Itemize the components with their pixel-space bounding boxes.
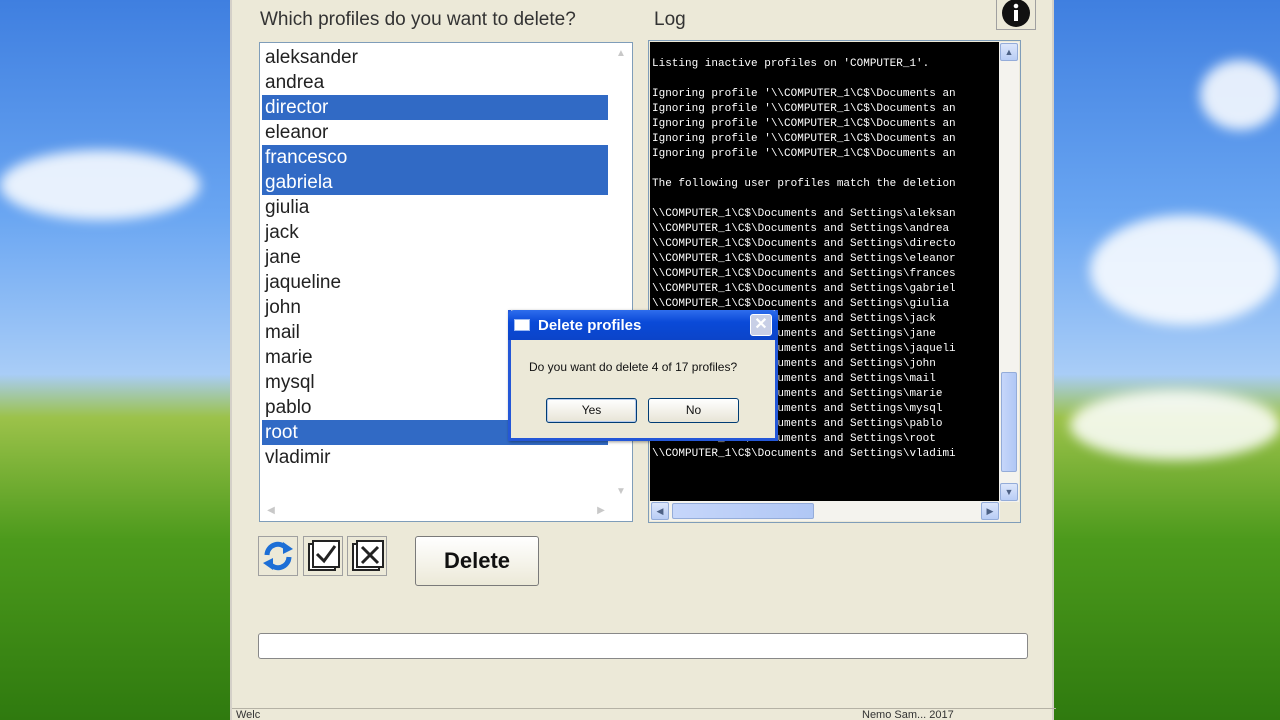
desktop-cloud <box>1090 215 1280 325</box>
list-item[interactable]: giulia <box>262 195 608 220</box>
profiles-horizontal-scrollbar[interactable]: ◀ ▶ <box>260 501 612 521</box>
dialog-message: Do you want do delete 4 of 17 profiles? <box>529 360 738 374</box>
dialog-title: Delete profiles <box>538 317 642 334</box>
desktop-cloud <box>1070 390 1280 460</box>
log-line: Ignoring profile '\\COMPUTER_1\C$\Docume… <box>652 148 956 160</box>
log-line: \\COMPUTER_1\C$\Documents and Settings\a… <box>652 223 950 235</box>
delete-confirm-dialog: Delete profiles ✕ Do you want do delete … <box>508 310 778 441</box>
list-item[interactable]: eleanor <box>262 120 608 145</box>
log-line: Ignoring profile '\\COMPUTER_1\C$\Docume… <box>652 88 956 100</box>
log-line: \\COMPUTER_1\C$\Documents and Settings\f… <box>652 268 956 280</box>
log-horizontal-thumb[interactable] <box>672 503 814 519</box>
list-item[interactable]: jack <box>262 220 608 245</box>
check-all-button[interactable] <box>303 536 343 576</box>
desktop-cloud <box>0 150 200 220</box>
log-line: Ignoring profile '\\COMPUTER_1\C$\Docume… <box>652 133 956 145</box>
profiles-listbox[interactable]: aleksander andrea director eleanor francesco… <box>259 42 633 522</box>
log-line: \\COMPUTER_1\C$\Documents and Settings\g… <box>652 283 956 295</box>
no-button[interactable]: No <box>648 398 739 423</box>
close-icon[interactable]: ✕ <box>750 314 772 336</box>
info-button[interactable] <box>996 0 1036 30</box>
desktop-cloud <box>1200 60 1280 130</box>
uncheck-all-button[interactable] <box>347 536 387 576</box>
log-label: Log <box>654 9 686 30</box>
log-line: The following user profiles match the de… <box>652 178 956 190</box>
status-bar: Welc Nemo Sam... 2017 <box>232 708 1056 720</box>
log-line: Ignoring profile '\\COMPUTER_1\C$\Docume… <box>652 118 956 130</box>
log-line: \\COMPUTER_1\C$\Documents and Settings\v… <box>652 448 956 460</box>
list-item[interactable]: aleksander <box>262 45 608 70</box>
log-line: Ignoring profile '\\COMPUTER_1\C$\Docume… <box>652 103 956 115</box>
scroll-left-icon[interactable]: ◀ <box>651 502 669 520</box>
check-all-icon <box>308 540 340 571</box>
log-vertical-thumb[interactable] <box>1001 372 1017 472</box>
refresh-icon <box>263 541 293 571</box>
scroll-down-icon[interactable]: ▼ <box>612 483 630 501</box>
log-panel[interactable]: Listing inactive profiles on 'COMPUTER_1… <box>648 40 1021 523</box>
dialog-titlebar[interactable]: Delete profiles ✕ <box>508 310 778 340</box>
log-line: \\COMPUTER_1\C$\Documents and Settings\e… <box>652 253 956 265</box>
list-item[interactable]: vladimir <box>262 445 608 470</box>
uncheck-all-icon <box>352 540 384 571</box>
scroll-up-icon[interactable]: ▲ <box>612 45 630 63</box>
list-item[interactable]: jaqueline <box>262 270 608 295</box>
scroll-right-icon[interactable]: ▶ <box>592 502 610 520</box>
scroll-up-icon[interactable]: ▲ <box>1000 43 1018 61</box>
delete-button[interactable]: Delete <box>415 536 539 586</box>
scroll-down-icon[interactable]: ▼ <box>1000 483 1018 501</box>
list-item[interactable]: jane <box>262 245 608 270</box>
window-icon <box>514 319 530 331</box>
list-item[interactable]: gabriela <box>262 170 608 195</box>
scroll-right-icon[interactable]: ▶ <box>981 502 999 520</box>
list-item[interactable]: andrea <box>262 70 608 95</box>
list-item[interactable]: director <box>262 95 608 120</box>
status-copyright: Nemo Sam... 2017 <box>862 709 954 720</box>
profiles-label: Which profiles do you want to delete? <box>260 9 576 30</box>
yes-button[interactable]: Yes <box>546 398 637 423</box>
list-item[interactable]: francesco <box>262 145 608 170</box>
log-line: \\COMPUTER_1\C$\Documents and Settings\d… <box>652 238 956 250</box>
log-vertical-scrollbar[interactable]: ▲ ▼ <box>999 42 1019 502</box>
log-line: \\COMPUTER_1\C$\Documents and Settings\a… <box>652 208 956 220</box>
refresh-button[interactable] <box>258 536 298 576</box>
log-line: Listing inactive profiles on 'COMPUTER_1… <box>652 58 930 70</box>
scroll-left-icon[interactable]: ◀ <box>262 502 280 520</box>
log-horizontal-scrollbar[interactable]: ◀ ▶ <box>650 501 1000 521</box>
status-text: Welc <box>236 709 261 720</box>
progress-bar <box>258 633 1028 659</box>
info-icon <box>1002 0 1030 27</box>
